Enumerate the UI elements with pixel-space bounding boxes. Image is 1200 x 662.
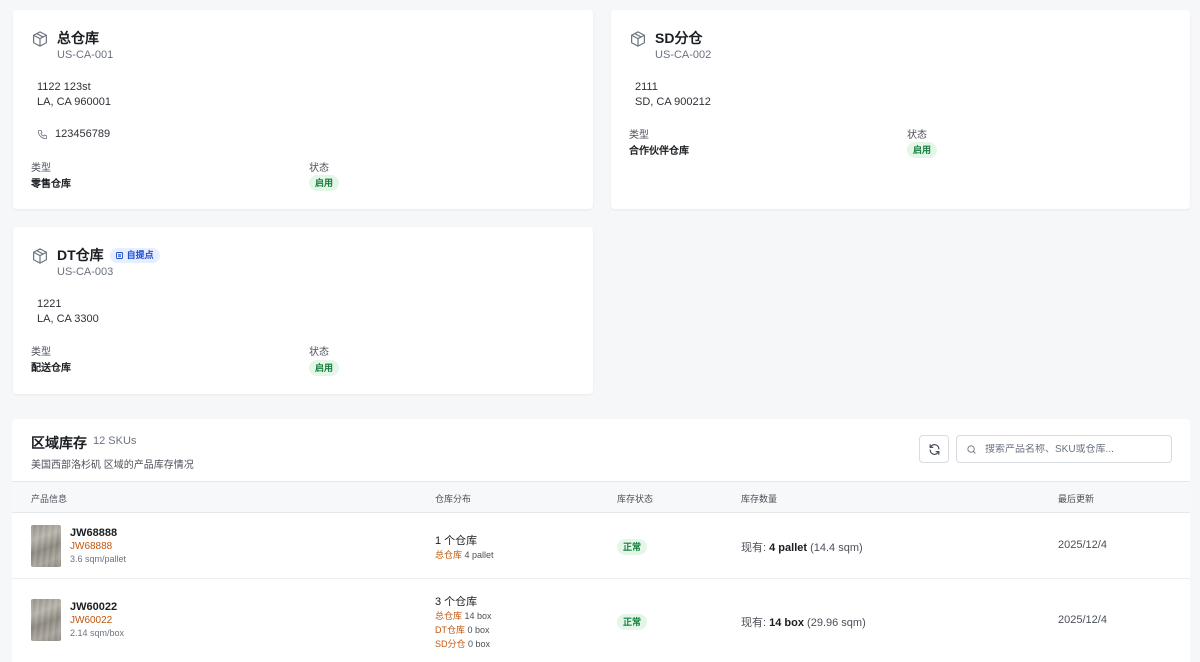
stock-quantity: 现有: 4 pallet (14.4 sqm) bbox=[741, 539, 863, 555]
address-line-1: 1221 bbox=[37, 298, 62, 310]
type-value: 合作伙伴仓库 bbox=[629, 146, 689, 157]
column-warehouse-distribution[interactable]: 仓库分布 bbox=[435, 492, 471, 505]
product-name: JW68888 bbox=[70, 527, 118, 539]
refresh-icon bbox=[929, 443, 939, 455]
qty-prefix: 现有: bbox=[741, 617, 767, 629]
warehouse-card-dt[interactable]: DT仓库 自提点 US-CA-003 1221 LA, CA 3300 类型 配… bbox=[13, 227, 593, 394]
warehouse-address: 2111 SD, CA 900212 bbox=[635, 80, 711, 110]
column-stock-status[interactable]: 库存状态 bbox=[617, 492, 653, 505]
distribution-qty: 0 box bbox=[467, 625, 490, 635]
product-sku[interactable]: JW68888 bbox=[70, 541, 112, 552]
phone-number: 123456789 bbox=[55, 128, 111, 140]
search-input[interactable] bbox=[985, 443, 1165, 455]
search-field[interactable] bbox=[956, 435, 1172, 463]
type-label: 类型 bbox=[31, 163, 51, 174]
distribution-warehouse: SD分仓 bbox=[435, 639, 466, 649]
status-badge: 启用 bbox=[907, 142, 938, 158]
product-unit: 3.6 sqm/pallet bbox=[70, 554, 127, 564]
qty-area: (29.96 sqm) bbox=[807, 617, 866, 629]
warehouse-code: US-CA-002 bbox=[655, 49, 712, 61]
warehouse-count: 1 个仓库 bbox=[435, 535, 478, 547]
inventory-title: 区域库存 bbox=[31, 435, 87, 451]
store-icon bbox=[115, 251, 123, 259]
distribution-warehouse: DT仓库 bbox=[435, 625, 465, 635]
package-icon bbox=[33, 31, 47, 47]
warehouse-code: US-CA-001 bbox=[57, 49, 114, 61]
warehouse-header: SD分仓 US-CA-002 bbox=[629, 28, 711, 61]
inventory-subtitle: 美国西部洛杉矶 区域的产品库存情况 bbox=[31, 460, 194, 471]
type-label: 类型 bbox=[31, 347, 51, 358]
product-sku[interactable]: JW60022 bbox=[70, 615, 112, 626]
table-header: 产品信息 仓库分布 库存状态 库存数量 最后更新 bbox=[12, 481, 1190, 513]
address-line-2: LA, CA 3300 bbox=[37, 313, 99, 325]
qty-prefix: 现有: bbox=[741, 542, 767, 554]
table-row[interactable]: JW60022 JW60022 2.14 sqm/box 3 个仓库 总仓库 1… bbox=[12, 579, 1190, 662]
address-line-2: SD, CA 900212 bbox=[635, 96, 711, 108]
column-product-info[interactable]: 产品信息 bbox=[31, 492, 67, 505]
status-label: 状态 bbox=[907, 130, 927, 141]
distribution-qty: 14 box bbox=[464, 611, 492, 621]
distribution-qty: 4 pallet bbox=[464, 550, 494, 560]
status-badge: 启用 bbox=[309, 360, 340, 376]
qty-value: 14 box bbox=[769, 617, 804, 629]
product-thumbnail bbox=[31, 525, 61, 567]
warehouse-name: DT仓库 bbox=[57, 247, 104, 263]
warehouse-phone: 123456789 bbox=[37, 128, 110, 140]
stock-quantity: 现有: 14 box (29.96 sqm) bbox=[741, 614, 866, 630]
distribution-line: SD分仓 0 box bbox=[435, 637, 490, 650]
address-line-2: LA, CA 960001 bbox=[37, 96, 112, 108]
column-last-updated[interactable]: 最后更新 bbox=[1058, 492, 1094, 505]
status-badge: 启用 bbox=[309, 175, 340, 191]
warehouse-header: 总仓库 US-CA-001 bbox=[31, 28, 113, 61]
product-unit: 2.14 sqm/box bbox=[70, 628, 125, 638]
type-value: 配送仓库 bbox=[31, 363, 71, 374]
pickup-badge-label: 自提点 bbox=[126, 249, 154, 260]
warehouse-count: 3 个仓库 bbox=[435, 596, 478, 608]
distribution-line: DT仓库 0 box bbox=[435, 623, 490, 636]
product-name: JW60022 bbox=[70, 601, 118, 613]
warehouse-header: DT仓库 自提点 US-CA-003 bbox=[31, 245, 160, 278]
type-value: 零售仓库 bbox=[31, 179, 71, 190]
distribution-line: 总仓库 4 pallet bbox=[435, 548, 494, 561]
package-icon bbox=[33, 248, 47, 264]
column-stock-quantity[interactable]: 库存数量 bbox=[741, 492, 777, 505]
warehouse-card-sd[interactable]: SD分仓 US-CA-002 2111 SD, CA 900212 类型 合作伙… bbox=[611, 10, 1190, 209]
last-updated: 2025/12/4 bbox=[1058, 539, 1107, 551]
qty-area: (14.4 sqm) bbox=[810, 542, 863, 554]
product-thumbnail bbox=[31, 599, 61, 641]
sku-count: 12 SKUs bbox=[93, 435, 137, 447]
stock-status-badge: 正常 bbox=[617, 539, 648, 555]
address-line-1: 2111 bbox=[635, 81, 658, 93]
pickup-point-badge: 自提点 bbox=[109, 247, 160, 263]
distribution-warehouse: 总仓库 bbox=[435, 611, 463, 621]
warehouse-name: 总仓库 bbox=[57, 30, 99, 46]
warehouse-code: US-CA-003 bbox=[57, 266, 114, 278]
last-updated: 2025/12/4 bbox=[1058, 614, 1107, 626]
status-label: 状态 bbox=[309, 347, 329, 358]
distribution-line: 总仓库 14 box bbox=[435, 609, 492, 622]
table-row[interactable]: JW68888 JW68888 3.6 sqm/pallet 1 个仓库 总仓库… bbox=[12, 513, 1190, 579]
regional-inventory-panel: 区域库存 12 SKUs 美国西部洛杉矶 区域的产品库存情况 产品信息 仓库分布… bbox=[12, 419, 1190, 662]
phone-icon bbox=[37, 129, 48, 139]
warehouse-name: SD分仓 bbox=[655, 30, 703, 46]
stock-status-badge: 正常 bbox=[617, 614, 648, 630]
type-label: 类型 bbox=[629, 130, 649, 141]
address-line-1: 1122 123st bbox=[37, 81, 91, 93]
distribution-warehouse: 总仓库 bbox=[435, 550, 463, 560]
search-icon bbox=[967, 444, 976, 454]
qty-value: 4 pallet bbox=[769, 542, 808, 554]
distribution-qty: 0 box bbox=[468, 639, 491, 649]
warehouse-address: 1221 LA, CA 3300 bbox=[37, 297, 99, 327]
package-icon bbox=[631, 31, 645, 47]
warehouse-card-main[interactable]: 总仓库 US-CA-001 1122 123st LA, CA 960001 1… bbox=[13, 10, 593, 209]
warehouse-address: 1122 123st LA, CA 960001 bbox=[37, 80, 111, 110]
status-label: 状态 bbox=[309, 163, 329, 174]
refresh-button[interactable] bbox=[919, 435, 949, 463]
